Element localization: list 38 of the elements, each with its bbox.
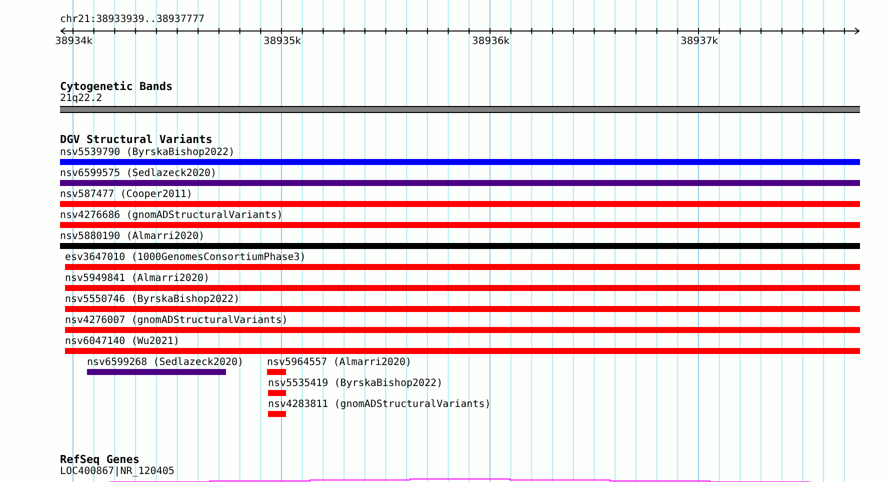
feature-bar[interactable] — [267, 369, 286, 375]
feature-bar[interactable] — [60, 243, 860, 249]
feature-label[interactable]: nsv6599575 (Sedlazeck2020) — [60, 168, 217, 180]
track-title: Cytogenetic Bands — [60, 80, 173, 93]
feature-bar[interactable] — [87, 369, 226, 375]
tick-label: 38935k — [264, 36, 302, 48]
feature-bar[interactable] — [65, 285, 860, 291]
gene-label: LOC400867|NR_120405 — [60, 466, 174, 478]
band-label: 21q22.2 — [60, 93, 102, 105]
feature-bar[interactable] — [268, 390, 286, 396]
feature-label[interactable]: nsv5880190 (Almarri2020) — [60, 231, 204, 243]
feature-label[interactable]: nsv5535419 (ByrskaBishop2022) — [268, 378, 443, 390]
feature-label[interactable]: nsv587477 (Cooper2011) — [60, 189, 192, 201]
feature-bar[interactable] — [60, 222, 860, 228]
feature-bar[interactable] — [65, 327, 860, 333]
feature-bar[interactable] — [60, 180, 860, 186]
feature-bar[interactable] — [65, 306, 860, 312]
feature-label[interactable]: nsv6047140 (Wu2021) — [65, 336, 180, 348]
feature-label[interactable]: nsv5539790 (ByrskaBishop2022) — [60, 147, 235, 159]
feature-label[interactable]: nsv4283811 (gnomADStructuralVariants) — [268, 399, 491, 411]
tick-label: 38937k — [680, 36, 718, 48]
feature-label[interactable]: nsv5550746 (ByrskaBishop2022) — [65, 294, 240, 306]
tick-label: 38936k — [472, 36, 510, 48]
feature-label[interactable]: nsv5964557 (Almarri2020) — [267, 357, 412, 369]
track-title: DGV Structural Variants — [60, 133, 212, 146]
feature-label[interactable]: nsv4276686 (gnomADStructuralVariants) — [60, 210, 283, 222]
feature-bar[interactable] — [60, 201, 860, 207]
feature-label[interactable]: nsv6599268 (Sedlazeck2020) — [87, 357, 244, 369]
track-title: RefSeq Genes — [60, 453, 140, 466]
feature-bar[interactable] — [65, 348, 860, 354]
location-label: chr21:38933939..38937777 — [60, 14, 204, 26]
feature-label[interactable]: esv3647010 (1000GenomesConsortiumPhase3) — [65, 252, 306, 264]
feature-bar[interactable] — [65, 264, 860, 270]
feature-bar[interactable] — [60, 159, 860, 165]
feature-label[interactable]: nsv4276007 (gnomADStructuralVariants) — [65, 315, 288, 327]
tick-label: 38934k — [55, 36, 93, 48]
feature-bar[interactable] — [268, 411, 286, 417]
feature-label[interactable]: nsv5949841 (Almarri2020) — [65, 273, 210, 285]
